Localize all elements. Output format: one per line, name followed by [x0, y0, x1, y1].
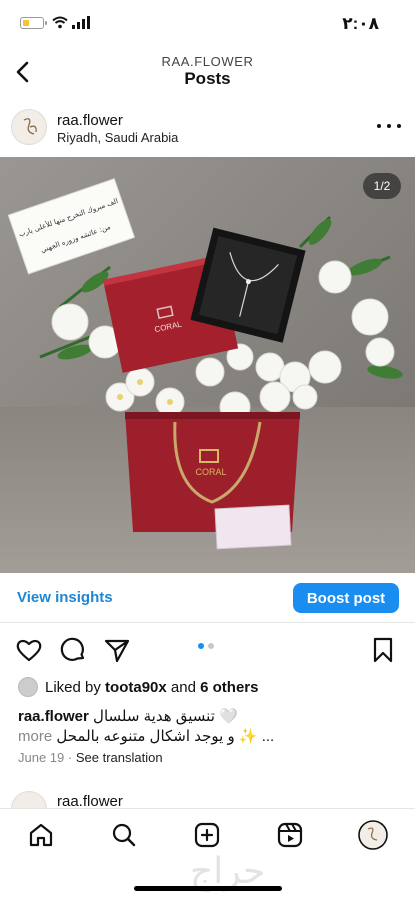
comment-icon[interactable] — [59, 636, 87, 664]
tab-search[interactable] — [108, 819, 140, 851]
post-location[interactable]: Riyadh, Saudi Arabia — [57, 130, 178, 145]
battery-level — [22, 19, 30, 26]
more-options-button[interactable] — [377, 118, 401, 134]
post-meta: June 19 · See translation — [18, 750, 163, 765]
account-name: RAA.FLOWER — [161, 54, 254, 69]
carousel-indicator — [198, 643, 214, 649]
logo-icon — [23, 118, 37, 135]
tab-profile[interactable] — [357, 819, 389, 851]
caption: raa.flower تنسيق هدية سلسال 🤍 — [18, 707, 398, 725]
meta-separator: · — [67, 750, 73, 765]
tab-home[interactable] — [25, 819, 57, 851]
signal-icon — [72, 16, 90, 29]
insights-row: View insights Boost post — [0, 573, 415, 623]
caption-second-line: more و يوجد اشكال متنوعه بالمحل ✨ ... — [18, 727, 398, 745]
caption-username[interactable]: raa.flower — [18, 708, 89, 725]
gift-box-photo: CORAL CORAL الف مبروك التخرج منها للأعلى… — [0, 157, 415, 573]
status-time: ٢:٠٨ — [342, 14, 379, 33]
avatar[interactable] — [11, 109, 47, 145]
home-indicator[interactable] — [134, 886, 282, 891]
likes-prefix: Liked by — [45, 679, 101, 696]
post-username[interactable]: raa.flower — [57, 112, 123, 129]
see-translation-link[interactable]: See translation — [76, 750, 163, 765]
status-bar: ٢:٠٨ — [0, 0, 415, 46]
search-icon — [112, 823, 136, 847]
reels-icon — [277, 822, 303, 848]
post-image[interactable]: CORAL CORAL الف مبروك التخرج منها للأعلى… — [0, 157, 415, 573]
carousel-dot — [208, 643, 214, 649]
view-insights-link[interactable]: View insights — [17, 589, 113, 606]
caption-text-line2: و يوجد اشكال متنوعه بالمحل ✨ ... — [56, 728, 275, 745]
tab-reels[interactable] — [274, 819, 306, 851]
profile-icon — [358, 820, 388, 850]
likes-and: and — [170, 679, 196, 696]
image-counter: 1/2 — [363, 173, 401, 199]
caption-text-line1: تنسيق هدية سلسال 🤍 — [93, 708, 238, 725]
tab-create[interactable] — [191, 819, 223, 851]
action-row — [0, 628, 415, 672]
liker-username[interactable]: toota90x — [105, 679, 167, 696]
carousel-dot — [198, 643, 204, 649]
post-date: June 19 — [18, 750, 65, 765]
likes-others[interactable]: 6 others — [200, 679, 258, 696]
create-icon — [194, 822, 220, 848]
likes-row: Liked by toota90x and 6 others — [0, 676, 415, 698]
box-brand: CORAL — [195, 467, 226, 477]
bottom-nav: حراج — [0, 808, 415, 900]
boost-post-button[interactable]: Boost post — [293, 583, 399, 613]
liker-avatar[interactable] — [18, 677, 38, 697]
heart-icon[interactable] — [15, 636, 43, 664]
likes-text[interactable]: Liked by toota90x and 6 others — [45, 679, 258, 696]
wifi-icon — [52, 16, 68, 29]
battery-icon — [20, 17, 44, 29]
nav-header: RAA.FLOWER Posts — [0, 46, 415, 100]
battery-cap — [45, 21, 47, 25]
post-header: raa.flower Riyadh, Saudi Arabia — [0, 100, 415, 157]
bookmark-icon[interactable] — [369, 636, 397, 664]
page-title: Posts — [184, 69, 231, 88]
home-icon — [29, 823, 53, 847]
caption-more-link[interactable]: more — [18, 728, 52, 745]
share-icon[interactable] — [103, 636, 131, 664]
